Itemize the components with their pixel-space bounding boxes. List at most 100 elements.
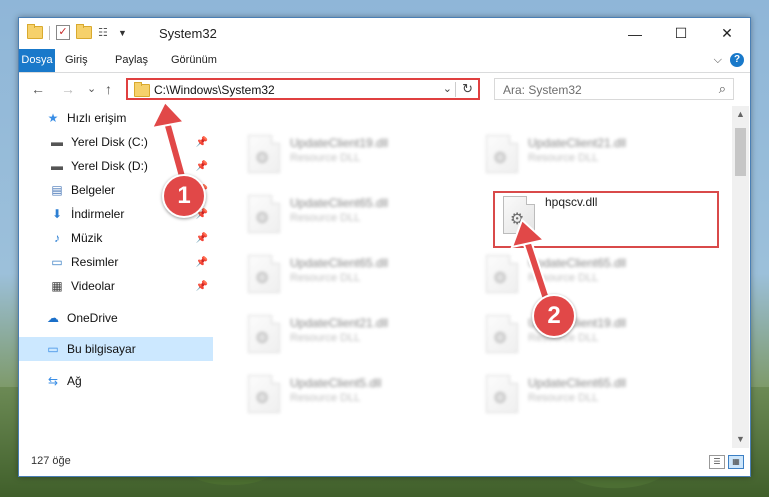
sidebar-item-label: Hızlı erişim <box>67 111 127 125</box>
sidebar-item-network[interactable]: ⇆ Ağ <box>19 369 213 393</box>
vertical-scrollbar[interactable]: ▲ ▼ <box>732 106 749 448</box>
help-icon[interactable]: ? <box>730 53 744 67</box>
tiles-view-icon[interactable]: ▦ <box>728 455 744 469</box>
music-icon: ♪ <box>54 231 60 245</box>
file-name: UpdateClient21.dll <box>290 316 389 330</box>
ribbon-tabs: Dosya Giriş Paylaş Görünüm ⌵ ? <box>19 49 750 73</box>
close-button[interactable]: ✕ <box>704 18 750 49</box>
sidebar-item-quick-access[interactable]: ★ Hızlı erişim <box>19 106 213 130</box>
file-description: Resource DLL <box>290 212 361 224</box>
gear-icon: ⚙ <box>255 210 270 227</box>
customize-toolbar-dropdown[interactable]: ▼ <box>118 28 127 38</box>
search-icon[interactable]: ⌕ <box>719 81 726 97</box>
list-item[interactable]: ⚙ UpdateClient65.dll Resource DLL <box>478 371 698 421</box>
file-name: UpdateClient65.dll <box>528 256 627 270</box>
sidebar-item-videos[interactable]: ▦ Videolar 📌 <box>19 274 213 298</box>
scroll-thumb[interactable] <box>735 128 746 176</box>
file-description: Resource DLL <box>290 152 361 164</box>
scroll-down-icon[interactable]: ▼ <box>732 431 749 448</box>
address-dropdown-icon[interactable]: ⌄ <box>443 82 452 95</box>
list-item[interactable]: ⚙ UpdateClient5.dll Resource DLL <box>240 371 460 421</box>
address-folder-icon <box>134 82 150 97</box>
sidebar-item-disk-c[interactable]: ▬ Yerel Disk (C:) 📌 <box>19 130 213 154</box>
file-name: UpdateClient65.dll <box>528 376 627 390</box>
refresh-icon[interactable]: ↻ <box>462 81 473 97</box>
expand-ribbon-icon[interactable]: ⌵ <box>714 54 722 67</box>
gear-icon: ⚙ <box>493 270 508 287</box>
dll-file-icon: ⚙ <box>248 255 280 293</box>
highlight-box <box>493 191 719 248</box>
layout-icon[interactable]: ☷ <box>98 27 112 39</box>
list-item[interactable]: ⚙ UpdateClient65.dll Resource DLL <box>240 251 460 301</box>
window-controls: — ☐ ✕ <box>612 18 750 49</box>
sidebar-item-label: OneDrive <box>67 311 118 325</box>
sidebar-item-label: Belgeler <box>71 183 116 197</box>
search-placeholder[interactable]: Ara: System32 <box>503 83 582 97</box>
tab-view[interactable]: Görünüm <box>161 49 227 72</box>
scroll-up-icon[interactable]: ▲ <box>732 106 749 123</box>
forward-button[interactable]: → <box>61 81 75 97</box>
up-button[interactable]: ↑ <box>105 81 112 97</box>
toolbar-divider <box>49 25 50 40</box>
dll-file-icon: ⚙ <box>486 255 518 293</box>
sidebar-item-this-pc[interactable]: ▭ Bu bilgisayar <box>19 337 213 361</box>
sidebar-item-music[interactable]: ♪ Müzik 📌 <box>19 226 213 250</box>
sidebar-item-label: Müzik <box>71 231 103 245</box>
file-description: Resource DLL <box>290 332 361 344</box>
tab-home[interactable]: Giriş <box>55 49 98 72</box>
pin-icon[interactable]: 📌 <box>196 257 208 268</box>
download-icon: ⬇ <box>51 207 63 221</box>
gear-icon: ⚙ <box>255 150 270 167</box>
list-item[interactable]: ⚙ UpdateClient65.dll Resource DLL <box>240 191 460 241</box>
minimize-button[interactable]: — <box>612 18 658 49</box>
quick-access-toolbar: ✓ ☷ ▼ <box>27 24 127 40</box>
pin-icon[interactable]: 📌 <box>196 281 208 292</box>
recent-locations-dropdown[interactable]: ⌄ <box>87 82 96 95</box>
gear-icon: ⚙ <box>255 390 270 407</box>
sidebar-item-pictures[interactable]: ▭ Resimler 📌 <box>19 250 213 274</box>
list-item[interactable]: ⚙ UpdateClient65.dll Resource DLL <box>478 251 698 301</box>
sidebar-item-label: Bu bilgisayar <box>67 342 136 356</box>
gear-icon: ⚙ <box>493 390 508 407</box>
new-folder-icon[interactable] <box>76 24 92 39</box>
file-name: UpdateClient19.dll <box>290 136 389 150</box>
pictures-icon: ▭ <box>51 255 63 269</box>
maximize-button[interactable]: ☐ <box>658 18 704 49</box>
drive-icon: ▬ <box>51 135 63 149</box>
sidebar-item-label: Ağ <box>67 374 82 388</box>
pin-icon[interactable]: 📌 <box>196 137 208 148</box>
list-item[interactable]: ⚙ UpdateClient19.dll Resource DLL <box>478 311 698 361</box>
view-switcher: ☰ ▦ <box>709 455 744 469</box>
pin-icon[interactable]: 📌 <box>196 161 208 172</box>
dll-file-icon: ⚙ <box>486 135 518 173</box>
dll-file-icon: ⚙ <box>248 195 280 233</box>
list-item[interactable]: ⚙ UpdateClient21.dll Resource DLL <box>478 131 698 181</box>
address-path[interactable]: C:\Windows\System32 <box>154 83 275 97</box>
documents-icon: ▤ <box>51 183 63 197</box>
details-view-icon[interactable]: ☰ <box>709 455 725 469</box>
step-badge-1: 1 <box>162 174 206 218</box>
tab-file[interactable]: Dosya <box>19 49 55 72</box>
file-name: UpdateClient65.dll <box>290 256 389 270</box>
list-item[interactable]: ⚙ UpdateClient21.dll Resource DLL <box>240 311 460 361</box>
tab-share[interactable]: Paylaş <box>105 49 158 72</box>
sidebar-item-label: Videolar <box>71 279 115 293</box>
back-button[interactable]: ← <box>31 81 45 97</box>
folder-icon <box>27 24 43 39</box>
navigation-pane: ★ Hızlı erişim ▬ Yerel Disk (C:) 📌 ▬ Yer… <box>19 106 213 448</box>
videos-icon: ▦ <box>51 279 63 293</box>
cloud-icon: ☁ <box>47 311 59 325</box>
navigation-bar: ← → ⌄ ↑ C:\Windows\System32 ⌄ ↻ Ara: Sys… <box>19 73 750 105</box>
search-box[interactable]: Ara: System32 ⌕ <box>494 78 734 100</box>
sidebar-item-onedrive[interactable]: ☁ OneDrive <box>19 306 213 330</box>
pin-icon[interactable]: 📌 <box>196 233 208 244</box>
item-count: 127 öğe <box>31 455 71 467</box>
sidebar-item-label: Resimler <box>71 255 119 269</box>
list-item[interactable]: ⚙ UpdateClient19.dll Resource DLL <box>240 131 460 181</box>
file-name: UpdateClient65.dll <box>290 196 389 210</box>
address-bar[interactable]: C:\Windows\System32 ⌄ ↻ <box>126 78 480 100</box>
network-icon: ⇆ <box>47 374 59 388</box>
properties-check-icon[interactable]: ✓ <box>56 25 70 40</box>
dll-file-icon: ⚙ <box>248 135 280 173</box>
file-description: Resource DLL <box>528 272 599 284</box>
